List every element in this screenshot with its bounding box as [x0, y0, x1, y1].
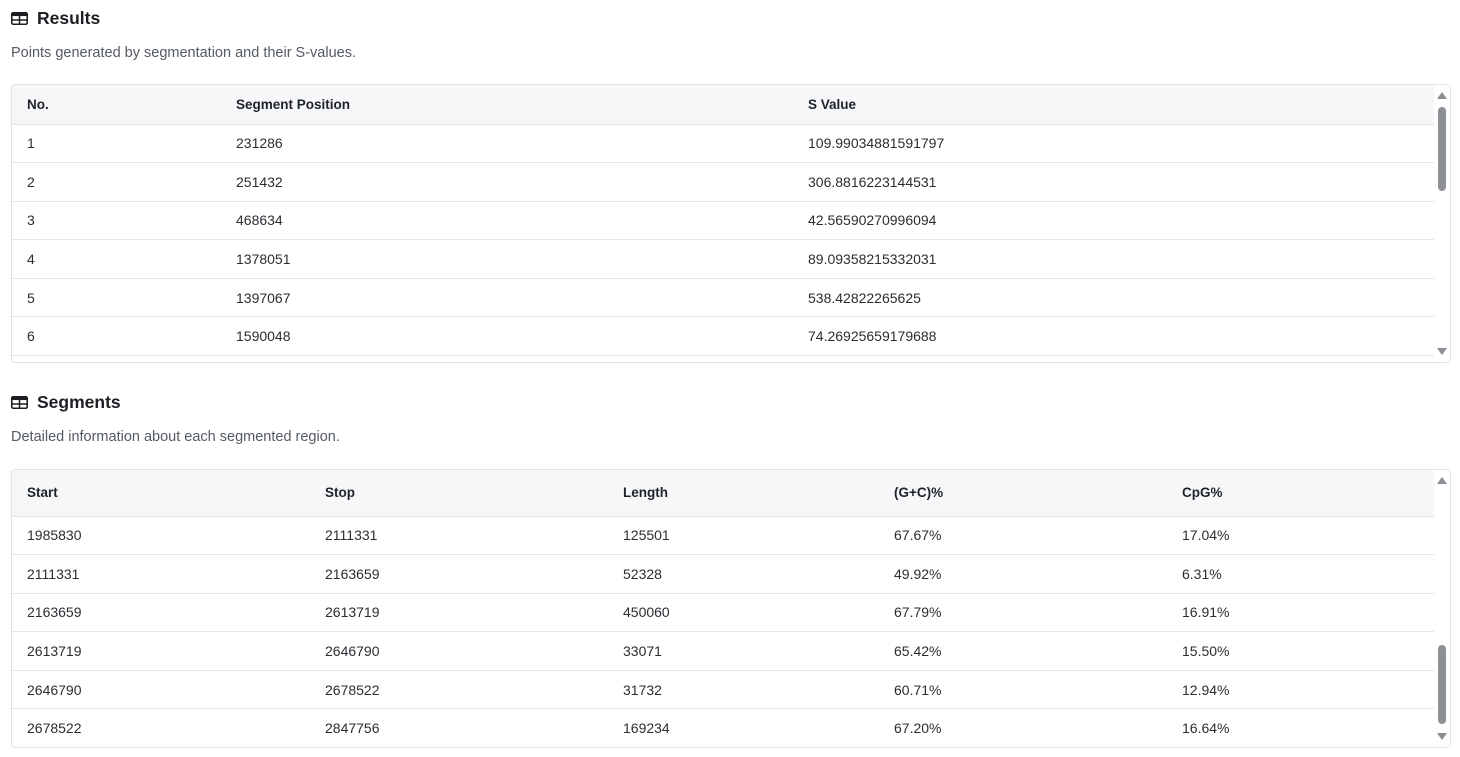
- column-header-no[interactable]: No.: [12, 85, 221, 125]
- cell-segment-position: 251432: [221, 162, 793, 202]
- table-row: 2646790 2678522 31732 60.71% 12.94%: [12, 670, 1434, 710]
- cell-cpg-percent: 6.31%: [1167, 554, 1434, 594]
- scroll-down-arrow-icon[interactable]: [1437, 348, 1447, 355]
- segments-description: Detailed information about each segmente…: [11, 429, 340, 445]
- cell-s-value: 109.99034881591797: [793, 124, 1434, 164]
- table-row: 2163659 2613719 450060 67.79% 16.91%: [12, 593, 1434, 633]
- table-row: 5 1397067 538.42822265625: [12, 278, 1434, 318]
- cell-gc-percent: 65.42%: [879, 631, 1167, 671]
- segments-table-container[interactable]: Start Stop Length (G+C)% CpG% 1985830 21…: [11, 469, 1451, 748]
- cell-cpg-percent: 15.50%: [1167, 631, 1434, 671]
- segments-header: Segments: [11, 384, 1451, 420]
- results-description: Points generated by segmentation and the…: [11, 45, 356, 61]
- segments-table-viewport: Start Stop Length (G+C)% CpG% 1985830 21…: [12, 470, 1434, 747]
- column-header-gc-percent[interactable]: (G+C)%: [879, 470, 1167, 517]
- cell-gc-percent: 60.71%: [879, 670, 1167, 710]
- cell-cpg-percent: 12.94%: [1167, 670, 1434, 710]
- cell-length: 33071: [608, 631, 879, 671]
- results-scrollbar[interactable]: [1434, 85, 1450, 362]
- cell-segment-position: 1590048: [221, 316, 793, 357]
- cell-start: 2163659: [12, 593, 310, 633]
- results-table: No. Segment Position S Value 1 231286 10…: [12, 85, 1434, 357]
- results-section: Results Points generated by segmentation…: [11, 0, 1451, 363]
- cell-stop: 2646790: [310, 631, 608, 671]
- table-row: 2678522 2847756 169234 67.20% 16.64%: [12, 708, 1434, 747]
- column-header-start[interactable]: Start: [12, 470, 310, 517]
- cell-segment-position: 231286: [221, 124, 793, 164]
- cell-s-value: 74.26925659179688: [793, 316, 1434, 357]
- cell-length: 125501: [608, 516, 879, 556]
- cell-gc-percent: 49.92%: [879, 554, 1167, 594]
- cell-cpg-percent: 16.91%: [1167, 593, 1434, 633]
- results-header: Results: [11, 0, 1451, 36]
- scroll-down-arrow-icon[interactable]: [1437, 733, 1447, 740]
- cell-segment-position: 1397067: [221, 278, 793, 318]
- cell-cpg-percent: 16.64%: [1167, 708, 1434, 747]
- column-header-length[interactable]: Length: [608, 470, 879, 517]
- table-icon: [11, 11, 28, 25]
- column-header-stop[interactable]: Stop: [310, 470, 608, 517]
- table-row: 2111331 2163659 52328 49.92% 6.31%: [12, 554, 1434, 594]
- scroll-up-arrow-icon[interactable]: [1437, 477, 1447, 484]
- segments-table: Start Stop Length (G+C)% CpG% 1985830 21…: [12, 470, 1434, 747]
- table-row: 3 468634 42.56590270996094: [12, 201, 1434, 241]
- cell-gc-percent: 67.20%: [879, 708, 1167, 747]
- cell-stop: 2847756: [310, 708, 608, 747]
- cell-gc-percent: 67.67%: [879, 516, 1167, 556]
- cell-segment-position: 1378051: [221, 239, 793, 279]
- table-row: 2613719 2646790 33071 65.42% 15.50%: [12, 631, 1434, 671]
- table-row: 1 231286 109.99034881591797: [12, 124, 1434, 164]
- cell-s-value: 306.8816223144531: [793, 162, 1434, 202]
- cell-gc-percent: 67.79%: [879, 593, 1167, 633]
- cell-no: 3: [12, 201, 221, 241]
- cell-stop: 2163659: [310, 554, 608, 594]
- scroll-up-arrow-icon[interactable]: [1437, 92, 1447, 99]
- cell-start: 2678522: [12, 708, 310, 747]
- results-title: Results: [37, 7, 101, 28]
- table-row: 4 1378051 89.09358215332031: [12, 239, 1434, 279]
- cell-s-value: 42.56590270996094: [793, 201, 1434, 241]
- table-icon: [11, 395, 28, 409]
- cell-length: 450060: [608, 593, 879, 633]
- cell-no: 4: [12, 239, 221, 279]
- results-table-container[interactable]: No. Segment Position S Value 1 231286 10…: [11, 84, 1451, 363]
- cell-no: 5: [12, 278, 221, 318]
- segments-section: Segments Detailed information about each…: [11, 384, 1451, 748]
- cell-no: 2: [12, 162, 221, 202]
- cell-length: 52328: [608, 554, 879, 594]
- segments-title: Segments: [37, 391, 121, 412]
- column-header-segment-position[interactable]: Segment Position: [221, 85, 793, 125]
- cell-stop: 2613719: [310, 593, 608, 633]
- cell-length: 169234: [608, 708, 879, 747]
- results-header-row: No. Segment Position S Value: [12, 85, 1434, 125]
- results-table-viewport: No. Segment Position S Value 1 231286 10…: [12, 85, 1434, 362]
- cell-start: 2613719: [12, 631, 310, 671]
- cell-stop: 2678522: [310, 670, 608, 710]
- cell-no: 1: [12, 124, 221, 164]
- cell-start: 1985830: [12, 516, 310, 556]
- segments-scrollbar[interactable]: [1434, 470, 1450, 747]
- cell-cpg-percent: 17.04%: [1167, 516, 1434, 556]
- column-header-cpg-percent[interactable]: CpG%: [1167, 470, 1434, 517]
- table-row: 1985830 2111331 125501 67.67% 17.04%: [12, 516, 1434, 556]
- cell-length: 31732: [608, 670, 879, 710]
- cell-segment-position: 468634: [221, 201, 793, 241]
- results-scroll-thumb[interactable]: [1438, 107, 1446, 191]
- segments-header-row: Start Stop Length (G+C)% CpG%: [12, 470, 1434, 517]
- segments-scroll-thumb[interactable]: [1438, 645, 1446, 724]
- cell-s-value: 89.09358215332031: [793, 239, 1434, 279]
- table-row: 6 1590048 74.26925659179688: [12, 316, 1434, 357]
- cell-no: 6: [12, 316, 221, 357]
- column-header-s-value[interactable]: S Value: [793, 85, 1434, 125]
- cell-start: 2646790: [12, 670, 310, 710]
- cell-stop: 2111331: [310, 516, 608, 556]
- cell-start: 2111331: [12, 554, 310, 594]
- cell-s-value: 538.42822265625: [793, 278, 1434, 318]
- table-row: 2 251432 306.8816223144531: [12, 162, 1434, 202]
